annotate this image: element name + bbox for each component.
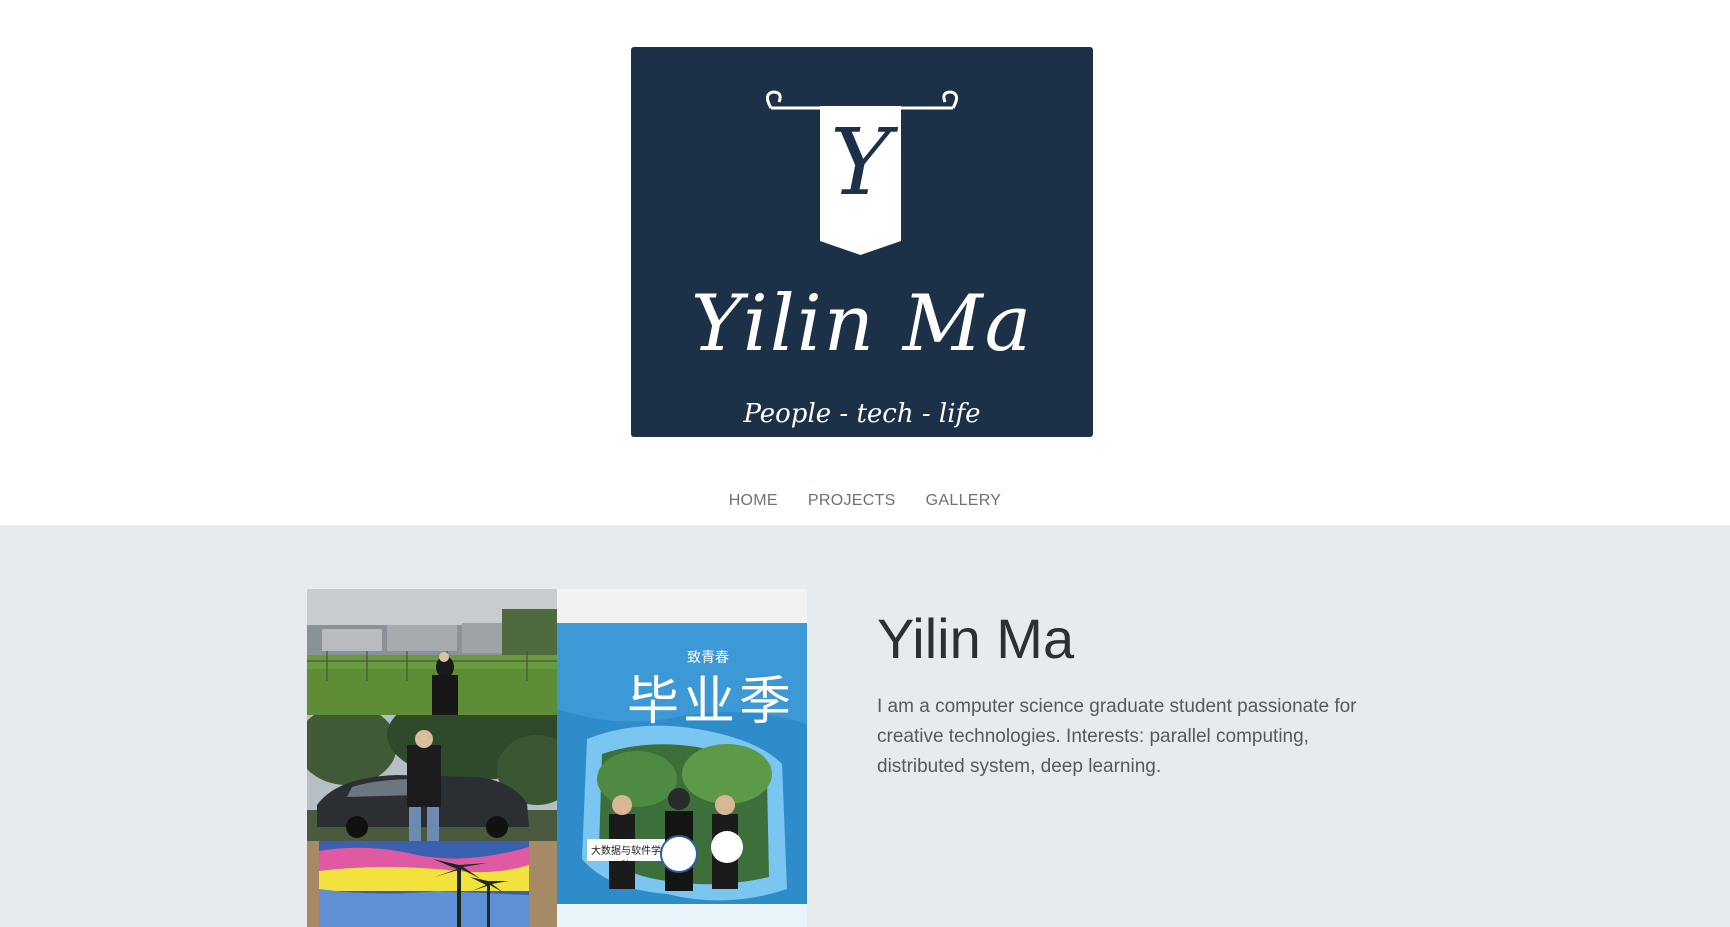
photo-car[interactable] xyxy=(307,715,557,841)
logo-name: Yilin Ma xyxy=(690,279,1034,369)
logo-initial: Y xyxy=(830,109,891,216)
profile-name: Yilin Ma xyxy=(877,607,1075,670)
intro-section: 致青春 毕业季 大数据与软件学院 Yilin Ma I am a compute… xyxy=(0,525,1730,927)
photo-collage: 致青春 毕业季 大数据与软件学院 xyxy=(307,589,807,927)
nav-projects[interactable]: PROJECTS xyxy=(808,492,896,510)
site-logo[interactable]: Y Yilin Ma People - tech - life xyxy=(631,47,1093,437)
photo-painting[interactable] xyxy=(307,841,557,927)
banner-title: 毕业季 xyxy=(627,672,796,732)
photo-graduation[interactable]: 致青春 毕业季 大数据与软件学院 xyxy=(557,589,807,927)
main-nav: HOME PROJECTS GALLERY xyxy=(0,492,1730,510)
banner-icon xyxy=(766,90,958,255)
profile-bio: Yilin Ma I am a computer science graduat… xyxy=(877,608,1397,782)
profile-description: I am a computer science graduate student… xyxy=(877,695,1357,777)
nav-gallery[interactable]: GALLERY xyxy=(926,492,1002,510)
site-header: Y Yilin Ma People - tech - life HOME PRO… xyxy=(0,0,1730,525)
nav-home[interactable]: HOME xyxy=(729,492,778,510)
photo-campus-field[interactable] xyxy=(307,589,557,715)
sign-left: 大数据与软件学院 xyxy=(591,846,661,872)
logo-tagline: People - tech - life xyxy=(743,399,981,429)
